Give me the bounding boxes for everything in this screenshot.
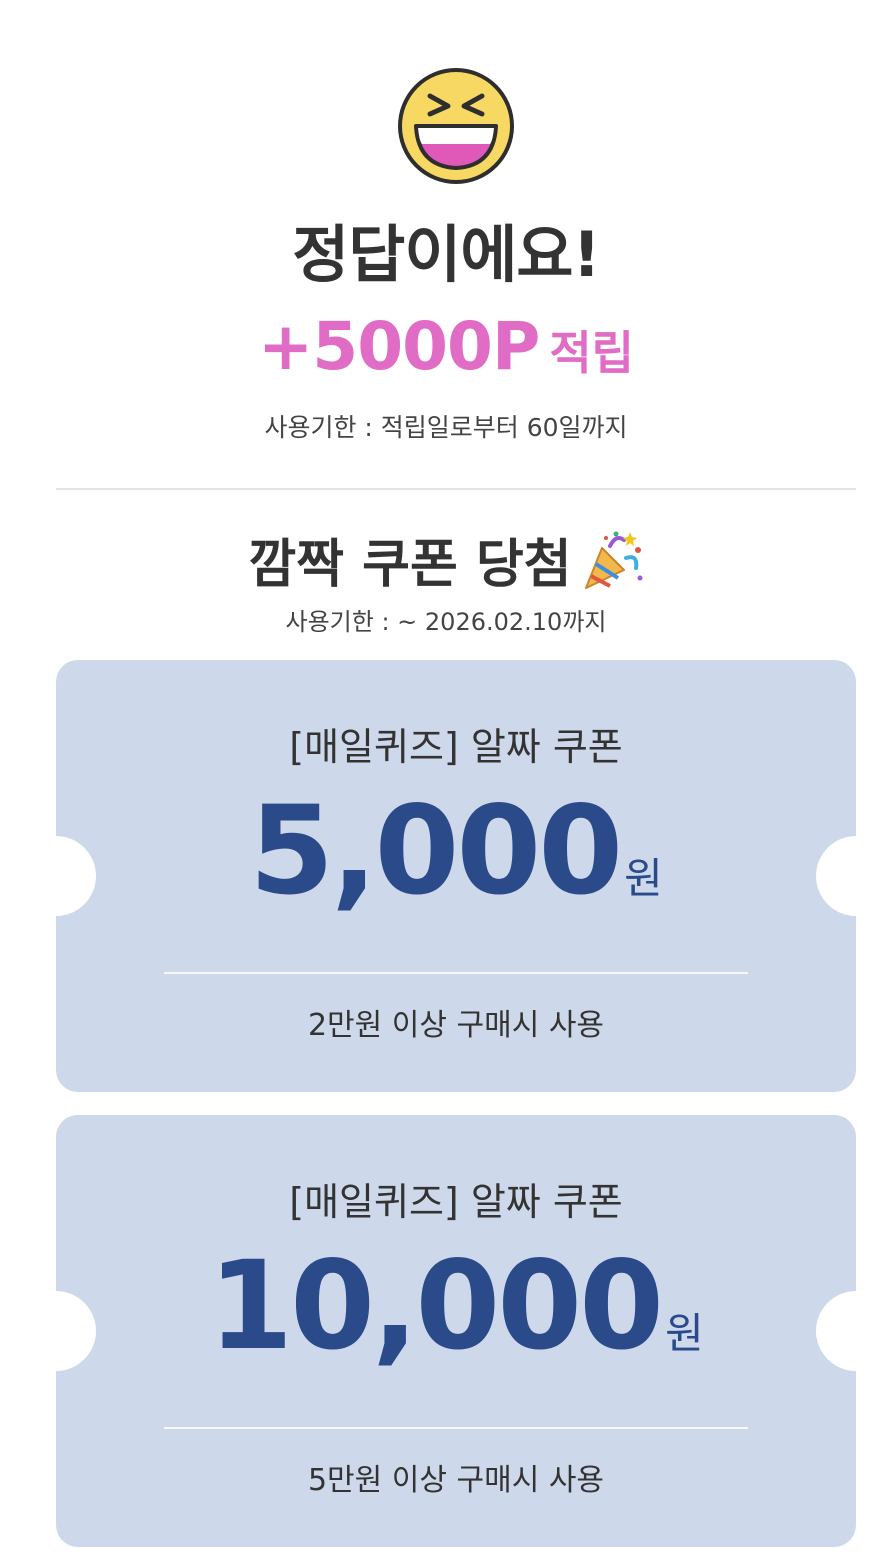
coupon-name: [매일퀴즈] 알짜 쿠폰: [289, 725, 623, 769]
points-earned: +5000P 적립: [0, 308, 892, 385]
coupon-condition: 5만원 이상 구매시 사용: [307, 1463, 605, 1498]
result-title: 정답이에요!: [292, 218, 600, 291]
coupon-divider: [164, 1427, 748, 1429]
coupon-amount-unit: 원: [624, 854, 663, 903]
points-suffix: 적립: [549, 326, 634, 380]
points-expiry: 사용기한 : 적립일로부터 60일까지: [264, 413, 628, 442]
coupon-amount-value: 10,000: [208, 1235, 664, 1377]
coupon-divider: [164, 972, 748, 974]
coupon-expiry: 사용기한 : ~ 2026.02.10까지: [285, 608, 607, 636]
coupon-section-heading: 깜짝 쿠폰 당첨: [0, 522, 892, 597]
coupon-amount-value: 5,000: [249, 780, 623, 922]
coupon-amount: 5,000원: [56, 780, 856, 922]
coupon-name: [매일퀴즈] 알짜 쿠폰: [289, 1180, 623, 1224]
coupon-amount: 10,000원: [56, 1235, 856, 1377]
coupon-condition: 2만원 이상 구매시 사용: [307, 1008, 605, 1043]
coupon-heading-text: 깜짝 쿠폰 당첨: [248, 535, 572, 595]
party-popper-icon: [580, 528, 644, 592]
coupon-amount-unit: 원: [665, 1309, 704, 1358]
points-amount: +5000P: [257, 308, 540, 385]
laughing-face-icon: [396, 66, 516, 186]
section-divider: [56, 488, 856, 490]
coupon-card[interactable]: [매일퀴즈] 알짜 쿠폰 5,000원 2만원 이상 구매시 사용: [16, 660, 892, 1092]
coupon-card[interactable]: [매일퀴즈] 알짜 쿠폰 10,000원 5만원 이상 구매시 사용: [16, 1115, 892, 1547]
